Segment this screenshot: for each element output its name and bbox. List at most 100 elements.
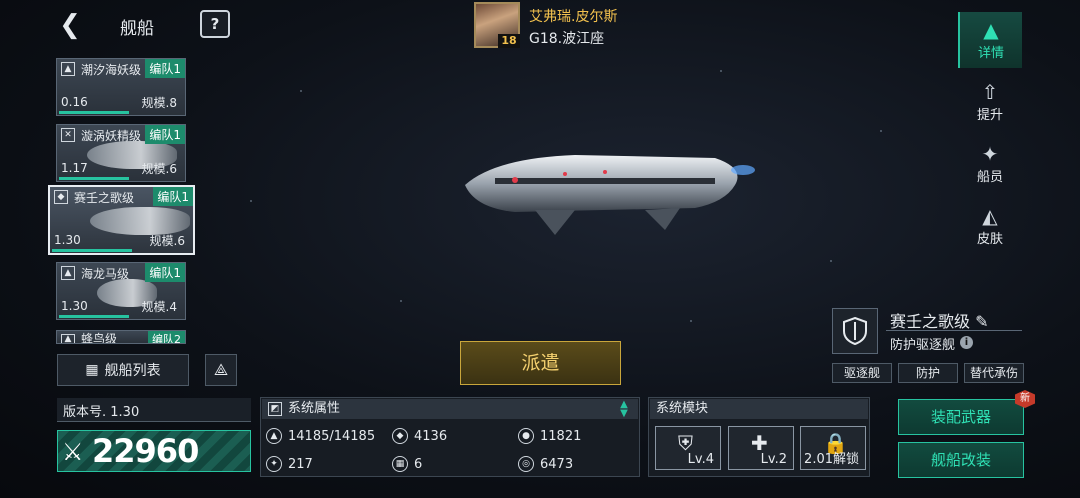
- ship-value: 1.17: [61, 161, 88, 175]
- page-title: 舰船: [120, 19, 154, 39]
- attr-grid: ▦ 6: [392, 452, 422, 476]
- speed-icon: ✦: [266, 456, 282, 472]
- module-slot[interactable]: ⛨ Lv.4: [655, 426, 721, 470]
- hp-icon: ▲: [266, 428, 282, 444]
- modules-title: 系统模块: [650, 399, 868, 419]
- attr-value: 217: [288, 456, 313, 472]
- module-slot[interactable]: ✚ Lv.2: [728, 426, 794, 470]
- module-level: Lv.2: [760, 452, 787, 467]
- ship-name-text: 赛壬之歌级: [890, 312, 971, 331]
- ship-class-name: 海龙马级: [81, 267, 130, 281]
- ship-card[interactable]: ✕ 漩涡妖精级 编队1 1.17 规模.6: [56, 124, 186, 182]
- ship-card[interactable]: ▲ 蜂鸟级 编队2: [56, 330, 186, 344]
- attributes-title: 系统属性: [262, 399, 638, 419]
- details-icon: ▲: [983, 18, 999, 42]
- fleet-filter-icon: ⟁: [213, 360, 229, 379]
- ship-value: 1.30: [61, 299, 88, 313]
- attr-value: 6: [414, 456, 423, 472]
- tab-details[interactable]: ▲ 详情: [958, 12, 1022, 68]
- attributes-icon: ◩: [268, 402, 282, 416]
- shark-icon: ▲: [61, 62, 75, 76]
- crew-icon: ✦: [981, 142, 999, 166]
- module-unlock: 2.01解锁: [804, 452, 859, 467]
- ship-card[interactable]: ▲ 海龙马级 编队1 1.30 规模.4: [56, 262, 186, 320]
- fleet-tag: 编队1: [153, 187, 193, 206]
- ship-model: [465, 155, 755, 235]
- shark-icon: ▲: [61, 334, 75, 343]
- power-value: 22960: [92, 432, 199, 470]
- ship-name: 赛壬之歌级 ✎: [890, 308, 989, 332]
- ship-bar: [59, 111, 129, 114]
- shield-icon: ◆: [54, 190, 68, 204]
- attr-value: 14185/14185: [288, 428, 376, 444]
- fleet-tag: 编队1: [145, 59, 185, 78]
- fleet-tag: 编队1: [145, 125, 185, 144]
- attr-value: 11821: [540, 428, 582, 444]
- help-button[interactable]: ?: [200, 10, 230, 38]
- ship-class-name: 蜂鸟级: [81, 332, 118, 344]
- ship-thumbnail: [90, 207, 190, 235]
- ship-tag: 驱逐舰: [832, 363, 892, 383]
- ship-class-name: 赛壬之歌级: [74, 191, 135, 205]
- ship-class-name: 漩涡妖精级: [81, 129, 142, 143]
- grid-icon: ▦: [85, 362, 99, 378]
- fleet-tag: 编队2: [148, 331, 185, 343]
- crossed-swords-icon: ⚔: [62, 438, 84, 466]
- ship-bar: [52, 249, 132, 252]
- ship-bar: [59, 315, 129, 318]
- ship-class-name: 潮汐海妖级: [81, 63, 142, 77]
- version-label: 版本号. 1.30: [57, 398, 251, 422]
- ship-class-badge: [832, 308, 878, 354]
- ship-card[interactable]: ▲ 潮汐海妖级 编队1 0.16 规模.8: [56, 58, 186, 116]
- attr-value: 4136: [414, 428, 448, 444]
- ship-tag: 防护: [898, 363, 958, 383]
- tab-skin[interactable]: ◭ 皮肤: [958, 198, 1022, 254]
- ship-value: 1.30: [54, 233, 81, 247]
- dispatch-button[interactable]: 派遣: [460, 341, 621, 385]
- ship-scale: 规模.6: [141, 162, 177, 176]
- ship-modify-button[interactable]: 舰船改装: [898, 442, 1024, 478]
- tab-label: 皮肤: [976, 232, 1003, 247]
- info-icon[interactable]: i: [960, 336, 973, 349]
- upgrade-icon: ⇧: [981, 80, 999, 104]
- target-icon: ◎: [518, 456, 534, 472]
- ship-list-label: 舰船列表: [104, 363, 161, 379]
- defense-icon: ●: [518, 428, 534, 444]
- edit-icon[interactable]: ✎: [975, 312, 988, 331]
- back-button[interactable]: ❮: [52, 10, 88, 40]
- attr-hp: ▲ 14185/14185: [266, 424, 375, 448]
- attack-icon: ◆: [392, 428, 408, 444]
- ship-scale: 规模.8: [141, 96, 177, 110]
- divider: [886, 330, 1022, 331]
- fleet-tag: 编队1: [145, 263, 185, 282]
- tab-crew[interactable]: ✦ 船员: [958, 136, 1022, 192]
- shark-icon: ▲: [61, 266, 75, 280]
- commander-name: 艾弗瑞.皮尔斯: [529, 9, 618, 25]
- ship-value: 0.16: [61, 95, 88, 109]
- module-slot-locked[interactable]: 🔒 2.01解锁: [800, 426, 866, 470]
- expand-toggle[interactable]: ▲ ▼: [614, 400, 634, 419]
- ship-type: 防护驱逐舰: [890, 338, 956, 353]
- grid-icon: ▦: [392, 456, 408, 472]
- attr-value: 6473: [540, 456, 574, 472]
- ship-scale: 规模.4: [141, 300, 177, 314]
- tab-upgrade[interactable]: ⇧ 提升: [958, 74, 1022, 130]
- skin-icon: ◭: [982, 204, 998, 228]
- attr-speed: ✦ 217: [266, 452, 313, 476]
- tab-label: 船员: [976, 170, 1003, 185]
- ship-scale: 规模.6: [149, 234, 185, 248]
- attr-attack: ◆ 4136: [392, 424, 447, 448]
- shield-icon: [843, 317, 867, 345]
- commander-level: 18: [498, 34, 520, 48]
- filter-button[interactable]: ⟁: [205, 354, 237, 386]
- ship-list-button[interactable]: ▦ 舰船列表: [57, 354, 189, 386]
- attr-defense: ● 11821: [518, 424, 581, 448]
- ship-tag: 替代承伤: [964, 363, 1024, 383]
- tab-label: 详情: [977, 46, 1004, 61]
- vortex-icon: ✕: [61, 128, 75, 142]
- ship-bar: [59, 177, 129, 180]
- ship-card-selected[interactable]: ◆ 赛壬之歌级 编队1 1.30 规模.6: [48, 185, 195, 255]
- equip-weapons-button[interactable]: 装配武器: [898, 399, 1024, 435]
- attr-target: ◎ 6473: [518, 452, 573, 476]
- module-level: Lv.4: [687, 452, 714, 467]
